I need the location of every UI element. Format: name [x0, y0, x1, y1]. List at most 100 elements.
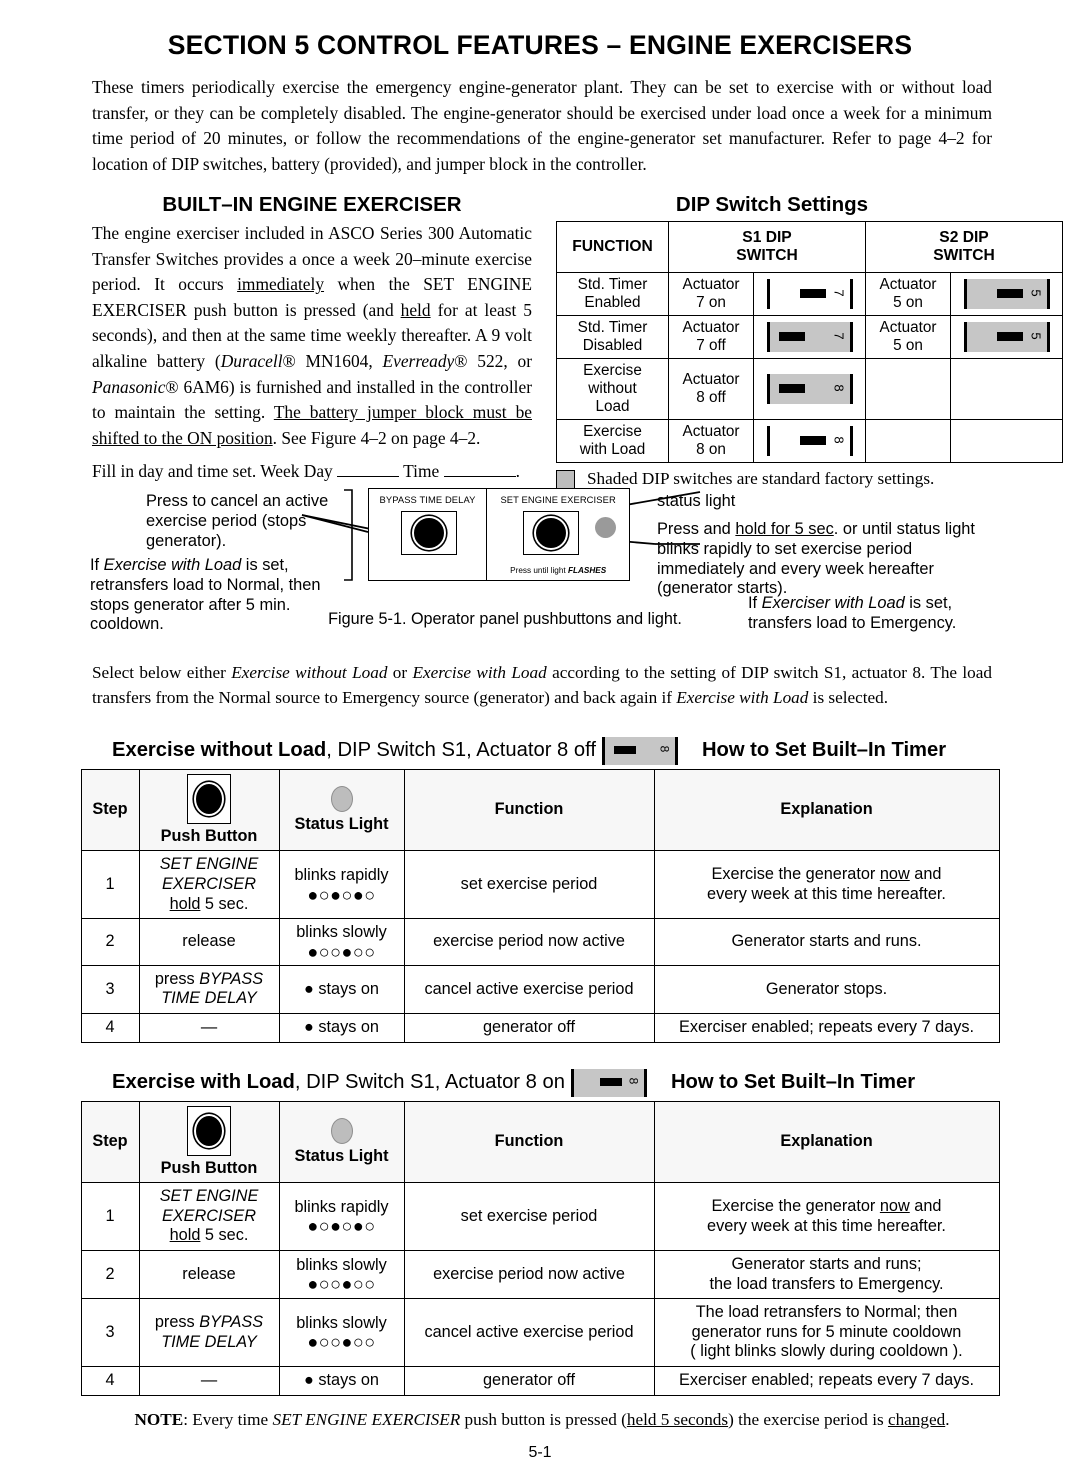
press-until-emphasis: FLASHES [567, 566, 607, 575]
cell-push-button: press BYPASS TIME DELAY [138, 1298, 280, 1367]
note-c: ) the exercise period is [728, 1409, 888, 1429]
push-button-icon [187, 1105, 231, 1156]
dip-switch-8-on-icon: 8 [570, 1068, 647, 1097]
cell-step: 2 [80, 1249, 140, 1300]
table-row: 4— ● stays on generator off Exerciser enabl… [80, 1012, 1000, 1043]
table-row: 1 SET ENGINE EXERCISER hold 5 sec. blinks ra… [80, 850, 1000, 920]
note-italic: SET ENGINE EXERCISER [272, 1409, 461, 1429]
cell-explanation: Exercise the generator now and every week… [653, 1182, 1000, 1251]
status-text: blinks slowly [296, 1255, 387, 1274]
select-paragraph: Select below either Exercise without Loa… [92, 660, 992, 711]
header-status-light: Status Light [278, 1100, 405, 1184]
cell-explanation: Generator stops. [653, 964, 1000, 1014]
cell-status-light: blinks slowly ●○○●○○ [278, 1298, 405, 1367]
table-header-row: Step Push Button Status Light Function Expla… [80, 768, 1000, 852]
dip-row-function: Std. Timer Enabled [556, 272, 669, 316]
week-day-blank[interactable] [337, 476, 400, 478]
ann-right-underline: hold for 5 sec [735, 520, 834, 538]
switch-number: 7 [831, 332, 847, 340]
section2-how-to: How to Set Built–In Timer [670, 1071, 916, 1094]
cell-function: exercise period now active [403, 1249, 655, 1300]
dip-header-s1-line2: SWITCH [736, 247, 798, 264]
status-text: blinks slowly [296, 1313, 387, 1332]
dip-settings-table: FUNCTION S1 DIP SWITCH S2 DIP SWITCH Std. … [556, 221, 1063, 463]
table-row: 2 release blinks slowly ●○○●○○ exercise peri… [80, 918, 1000, 966]
figure-area: Press to cancel an active exercise perio… [0, 484, 1080, 654]
select-a: Select below either [92, 663, 232, 682]
dip-row-s1-switch: 8 [753, 358, 866, 420]
header-status-light: Status Light [278, 768, 405, 852]
bypass-time-delay-label: BYPASS TIME DELAY [379, 494, 476, 505]
cell-status-light: ● stays on [278, 964, 405, 1014]
cell-push-button: release [138, 918, 280, 966]
page-title: SECTION 5 CONTROL FEATURES – ENGINE EXER… [167, 30, 913, 60]
dip-row-s2-switch [950, 358, 1063, 420]
status-blink-pattern: ●○○●○○ [307, 941, 376, 962]
status-blink-pattern: ●○○●○○ [307, 1332, 376, 1353]
switch-slider [996, 332, 1023, 341]
dip-settings-body: Std. Timer Enabled Actuator 7 on 7 Actuator 5 … [556, 272, 1063, 463]
select-i3: Exercise with Load [676, 688, 809, 708]
cell-status-light: ● stays on [278, 1012, 405, 1043]
switch-number: 8 [626, 1077, 641, 1084]
dip-row-s2-switch: 5 [950, 272, 1063, 316]
table-header-row: FUNCTION S1 DIP SWITCH S2 DIP SWITCH [556, 221, 1063, 273]
annotation-exercise-with-load-left: If Exercise with Load is set, retransfer… [90, 556, 352, 635]
switch-slider [613, 745, 636, 754]
cell-function: set exercise period [403, 1182, 655, 1251]
cell-step: 4 [80, 1365, 140, 1396]
select-b: or [387, 663, 413, 682]
switch-number: 5 [1028, 289, 1044, 297]
ann-left-italic: Exercise with Load [103, 556, 242, 574]
note-b: push button is pressed ( [460, 1409, 627, 1429]
set-engine-exerciser-label: SET ENGINE EXERCISER [500, 494, 616, 505]
exercise-with-load-heading: Exercise with Load , DIP Switch S1, Actu… [112, 1068, 1080, 1097]
dip-row-s2-switch: 5 [950, 315, 1063, 359]
cell-status-light: blinks slowly ●○○●○○ [278, 1249, 405, 1300]
dip-row-s1-switch: 7 [753, 272, 866, 316]
dip-row-function: Exercise with Load [556, 419, 669, 463]
table-row: 1 SET ENGINE EXERCISER hold 5 sec. blinks ra… [80, 1182, 1000, 1251]
cell-explanation: Generator starts and runs; the load trans… [653, 1249, 1000, 1300]
figure-caption: Figure 5-1. Operator panel pushbuttons a… [328, 610, 682, 628]
header-push-button: Push Button [138, 1100, 280, 1184]
status-blink-pattern: ●○●○●○ [307, 884, 376, 905]
header-push-button: Push Button [138, 768, 280, 852]
dip-switch-8-off-icon: 8 [601, 736, 678, 765]
switch-slider [778, 384, 805, 393]
status-text: ● stays on [304, 1370, 379, 1389]
switch-slider [599, 1077, 622, 1086]
select-d: is selected. [808, 688, 889, 708]
dip-row-s1-switch: 8 [753, 419, 866, 463]
dip-row-s1-actuator: Actuator 8 on [668, 419, 754, 463]
cell-explanation: Exerciser enabled; repeats every 7 days. [653, 1012, 1000, 1043]
table-row: Std. Timer Enabled Actuator 7 on 7 Actuator 5 … [556, 272, 1063, 316]
header-status-light-label: Status Light [294, 1146, 389, 1165]
note-underline1: held 5 seconds [626, 1409, 729, 1429]
status-light-icon [595, 517, 616, 538]
status-text: ● stays on [304, 979, 379, 998]
set-engine-exerciser-button[interactable] [523, 511, 579, 555]
dip-switch-5-on-icon: 5 [963, 279, 1050, 309]
exercise-without-load-heading: Exercise without Load , DIP Switch S1, A… [112, 736, 1080, 765]
table-row: 4— ● stays on generator off Exerciser enabl… [80, 1365, 1000, 1396]
switch-number: 8 [657, 745, 672, 753]
annotation-press-hold: Press and hold for 5 sec. or until statu… [657, 520, 997, 599]
header-explanation: Explanation [653, 768, 1000, 852]
dip-row-s2-actuator: Actuator 5 on [865, 315, 951, 359]
annotation-exerciser-with-load-right: If Exerciser with Load is set, transfers… [748, 594, 998, 634]
built-in-exerciser-heading: BUILT–IN ENGINE EXERCISER [162, 193, 462, 216]
note-d: . [945, 1409, 950, 1429]
header-status-light-label: Status Light [294, 814, 389, 833]
fill-in-suffix: . [515, 461, 520, 482]
select-i1: Exercise without Load [231, 663, 388, 682]
time-blank[interactable] [443, 476, 516, 478]
cell-push-button: — [138, 1365, 280, 1396]
document-page: SECTION 5 CONTROL FEATURES – ENGINE EXER… [0, 30, 1080, 1461]
table-row: Exercise without Load Actuator 8 off 8 [556, 358, 1063, 420]
bypass-time-delay-button[interactable] [401, 511, 457, 555]
fill-in-middle: Time [403, 461, 440, 482]
status-blink-pattern: ●○○●○○ [307, 1274, 376, 1295]
cell-status-light: blinks slowly ●○○●○○ [278, 918, 405, 966]
header-function: Function [403, 768, 655, 852]
